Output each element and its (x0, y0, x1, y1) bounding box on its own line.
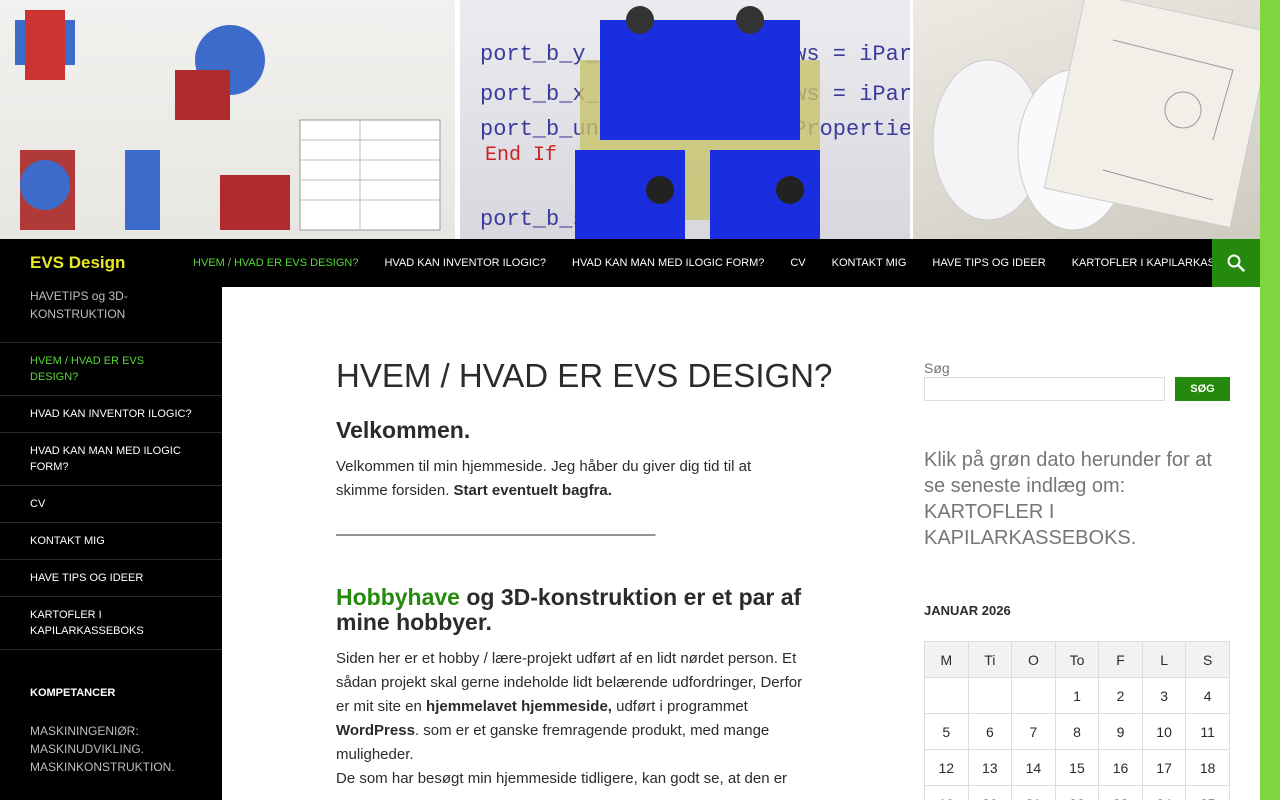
wordpress-link[interactable]: WordPress (336, 722, 415, 739)
sidebar-item-hvem-hvad[interactable]: HVEM / HVAD ER EVS DESIGN? (0, 343, 222, 396)
site-title-link[interactable]: EVS Design (30, 253, 125, 273)
calendar-day: 16 (1098, 749, 1143, 786)
search-label: Søg (924, 360, 950, 376)
calendar-week-row: 19 20 21 22 23 24 25 (924, 785, 1230, 800)
calendar-weekday-row: M Ti O To F L S (924, 641, 1230, 678)
calendar-day: 20 (967, 785, 1013, 800)
search-input[interactable] (924, 377, 1165, 401)
search-button[interactable]: SØG (1175, 377, 1230, 401)
weekday-header: Ti (967, 641, 1013, 678)
sidebar-item-ilogic-form[interactable]: HVAD KAN MAN MED ILOGIC FORM? (0, 433, 222, 486)
calendar-week-row: 12 13 14 15 16 17 18 (924, 749, 1230, 786)
calendar-caption: JANUAR 2026 (924, 603, 1011, 618)
sidebar-menu: HVEM / HVAD ER EVS DESIGN? HVAD KAN INVE… (0, 342, 222, 650)
weekday-header: L (1141, 641, 1187, 678)
menu-item-have-tips[interactable]: HAVE TIPS OG IDEER (919, 257, 1058, 269)
calendar-day: 1 (1054, 677, 1100, 714)
calendar-day: 11 (1185, 713, 1230, 750)
header-banner[interactable]: port_b_y_dis port_b_x_dis port_b_unic po… (0, 0, 1260, 239)
banner-image-blueprints (913, 0, 1260, 239)
body-paragraph: Siden her er et hobby / lære-projekt udf… (336, 647, 816, 791)
calendar-day: 12 (924, 749, 969, 786)
body-text-4: De som har besøgt min hjemmeside tidlige… (336, 770, 788, 787)
menu-item-cv[interactable]: CV (777, 257, 818, 269)
search-toggle-button[interactable] (1212, 239, 1260, 287)
calendar-day: 19 (924, 785, 969, 800)
svg-text:port_b_s: port_b_s (480, 207, 586, 232)
calendar-day (1011, 677, 1056, 714)
calendar-week-row: 5 6 7 8 9 10 11 (924, 713, 1230, 750)
welcome-bold-text: Start eventuelt bagfra. (453, 482, 612, 499)
banner-image-ilogic-3d: port_b_y_dis port_b_x_dis port_b_unic po… (455, 0, 913, 239)
menu-item-inventor-ilogic[interactable]: HVAD KAN INVENTOR ILOGIC? (371, 257, 559, 269)
calendar-day: 10 (1141, 713, 1187, 750)
calendar-day: 15 (1054, 749, 1100, 786)
primary-menu: HVEM / HVAD ER EVS DESIGN? HVAD KAN INVE… (180, 239, 1273, 287)
page-title: HVEM / HVAD ER EVS DESIGN? (336, 357, 833, 394)
calendar-table: M Ti O To F L S 1 2 3 4 5 6 7 8 9 10 11 … (924, 641, 1230, 800)
sidebar-widget-text: MASKININGENIØR: MASKINUDVIKLING. MASKINK… (30, 724, 175, 774)
calendar-day: 13 (967, 749, 1013, 786)
calendar-day: 2 (1098, 677, 1143, 714)
promo-text: Klik på grøn dato herunder for at se sen… (924, 449, 1212, 549)
calendar-day: 5 (924, 713, 969, 750)
search-icon (1227, 254, 1245, 272)
hjemmelavet-link[interactable]: hjemmelavet hjemmeside, (426, 698, 612, 715)
svg-text:End If: End If (485, 144, 557, 167)
welcome-paragraph: Velkommen til min hjemmeside. Jeg håber … (336, 455, 806, 503)
calendar-day (924, 677, 969, 714)
weekday-header: F (1098, 641, 1143, 678)
calendar-day: 24 (1141, 785, 1187, 800)
text-separator: —————————————————————— (336, 526, 656, 543)
sidebar-item-inventor-ilogic[interactable]: HVAD KAN INVENTOR ILOGIC? (0, 396, 222, 433)
site-tagline: HAVETIPS og 3D-KONSTRUKTION (30, 289, 128, 321)
sidebar-widget-title: KOMPETANCER (30, 687, 116, 699)
calendar-day: 8 (1054, 713, 1100, 750)
menu-item-ilogic-form[interactable]: HVAD KAN MAN MED ILOGIC FORM? (559, 257, 777, 269)
weekday-header: S (1185, 641, 1230, 678)
calendar-day: 6 (967, 713, 1013, 750)
welcome-heading: Velkommen. (336, 417, 471, 443)
weekday-header: O (1011, 641, 1056, 678)
weekday-header: To (1054, 641, 1100, 678)
sidebar-item-kontakt[interactable]: KONTAKT MIG (0, 523, 222, 560)
calendar-week-row: 1 2 3 4 (924, 677, 1230, 714)
banner-image-cad-drawing (0, 0, 455, 239)
calendar-day: 23 (1098, 785, 1143, 800)
calendar-day: 17 (1141, 749, 1187, 786)
sidebar-item-kartofler[interactable]: KARTOFLER I KAPILARKASSEBOKS (0, 597, 222, 650)
menu-item-hvem-hvad[interactable]: HVEM / HVAD ER EVS DESIGN? (180, 257, 371, 269)
calendar-day: 22 (1054, 785, 1100, 800)
calendar-day: 9 (1098, 713, 1143, 750)
hobbyhave-link[interactable]: Hobbyhave (336, 584, 460, 610)
calendar-day: 7 (1011, 713, 1056, 750)
calendar-day: 25 (1185, 785, 1230, 800)
body-text-2: udført i programmet (611, 698, 748, 715)
weekday-header: M (924, 641, 969, 678)
main-content: HVEM / HVAD ER EVS DESIGN? Velkommen. Ve… (222, 287, 1260, 800)
calendar-day: 14 (1011, 749, 1056, 786)
calendar-day: 4 (1185, 677, 1230, 714)
hobby-heading: Hobbyhave og 3D-konstruktion er et par a… (336, 585, 816, 635)
calendar-day: 3 (1141, 677, 1187, 714)
calendar-day: 21 (1011, 785, 1056, 800)
calendar-day (967, 677, 1013, 714)
sidebar-item-have-tips[interactable]: HAVE TIPS OG IDEER (0, 560, 222, 597)
menu-item-kontakt[interactable]: KONTAKT MIG (819, 257, 920, 269)
calendar-day: 18 (1185, 749, 1230, 786)
sidebar-item-cv[interactable]: CV (0, 486, 222, 523)
